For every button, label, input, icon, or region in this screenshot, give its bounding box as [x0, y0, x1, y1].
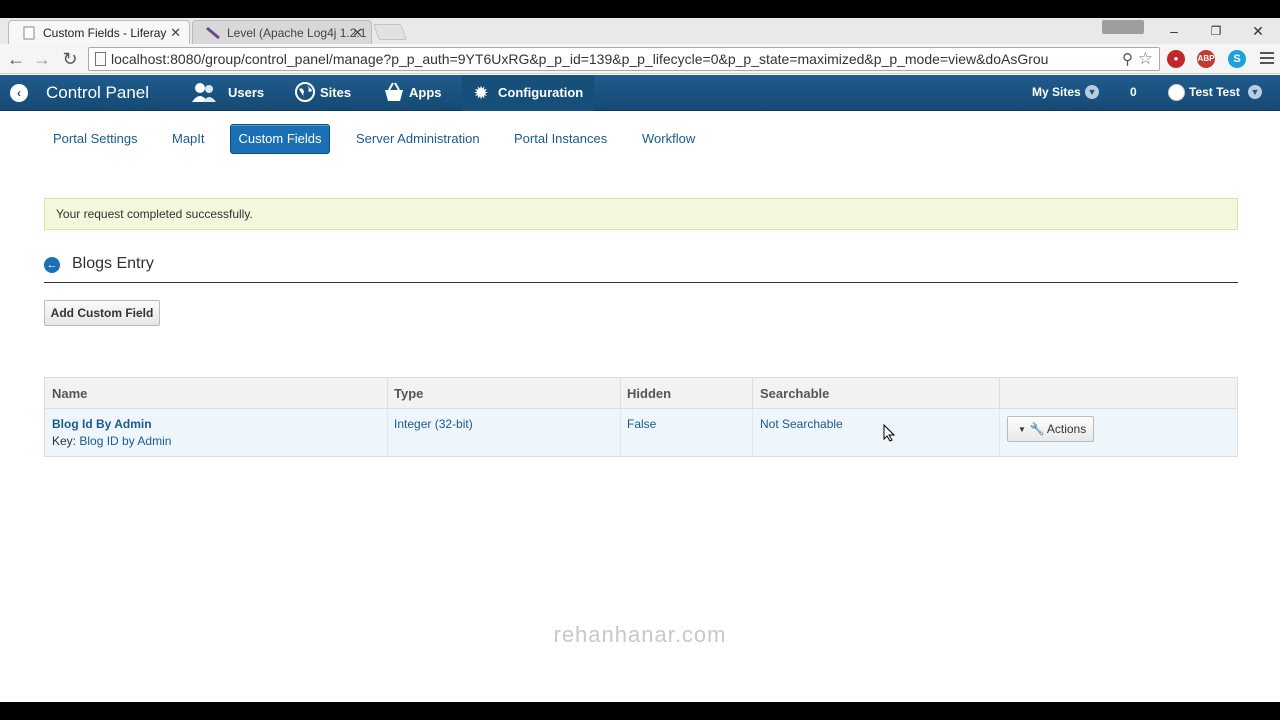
back-arrow-icon[interactable]: ←	[4, 48, 28, 70]
column-header-hidden[interactable]: Hidden	[620, 378, 753, 409]
my-sites-menu[interactable]: My Sites	[1032, 85, 1081, 99]
tab-custom-fields[interactable]: Custom Fields - Liferay ✕	[8, 20, 190, 44]
actions-label: Actions	[1046, 422, 1087, 436]
maximize-icon[interactable]: ❐	[1196, 18, 1236, 44]
users-icon	[191, 81, 217, 105]
success-alert: Your request completed successfully.	[44, 198, 1238, 230]
key-label: Key:	[52, 434, 77, 448]
tab-portal-instances[interactable]: Portal Instances	[514, 131, 607, 146]
bookmark-star-icon[interactable]: ☆	[1138, 49, 1153, 69]
table-header: Name Type Hidden Searchable	[45, 378, 1237, 409]
window-close-icon[interactable]: ✕	[1238, 18, 1278, 44]
nav-configuration[interactable]: Configuration	[498, 85, 583, 100]
avatar[interactable]	[1168, 84, 1185, 101]
tab-title: Custom Fields - Liferay	[43, 26, 167, 40]
cell-type[interactable]: Integer (32-bit)	[387, 409, 621, 456]
cell-name: Blog Id By Admin Key: Blog ID by Admin	[45, 409, 388, 456]
screen-top-border	[0, 0, 1280, 18]
actions-button[interactable]: ▼ 🔧 Actions	[1007, 416, 1094, 442]
table-row: Blog Id By Admin Key: Blog ID by Admin I…	[45, 409, 1237, 456]
back-arrow-icon[interactable]: ←	[44, 257, 60, 273]
screen: Custom Fields - Liferay ✕ Level (Apache …	[0, 0, 1280, 720]
column-header-name[interactable]: Name	[45, 378, 388, 409]
profile-chip[interactable]	[1102, 20, 1144, 34]
field-key: Key: Blog ID by Admin	[52, 434, 387, 448]
close-icon[interactable]: ✕	[170, 25, 181, 41]
column-header-searchable[interactable]: Searchable	[753, 378, 1000, 409]
cell-searchable[interactable]: Not Searchable	[753, 409, 1000, 456]
tab-title: Level (Apache Log4j 1.2.1	[227, 26, 367, 40]
hamburger-menu-icon[interactable]	[1260, 52, 1274, 67]
column-header-actions	[999, 378, 1237, 409]
tab-log4j[interactable]: Level (Apache Log4j 1.2.1 ✕	[192, 20, 372, 44]
screen-bottom-border	[0, 702, 1280, 720]
nav-sites[interactable]: Sites	[320, 85, 351, 100]
nav-apps[interactable]: Apps	[409, 85, 442, 100]
configuration-subnav: Portal Settings MapIt Custom Fields Serv…	[0, 124, 1280, 156]
user-menu[interactable]: Test Test	[1189, 85, 1240, 99]
caret-down-icon: ▼	[1018, 425, 1026, 434]
browser-tabstrip: Custom Fields - Liferay ✕ Level (Apache …	[0, 18, 1280, 44]
wrench-icon: 🔧	[1029, 422, 1045, 436]
mouse-cursor-icon	[883, 424, 895, 442]
field-name-link[interactable]: Blog Id By Admin	[52, 417, 387, 431]
close-icon[interactable]: ✕	[352, 25, 363, 41]
zoom-icon[interactable]: ⚲	[1122, 50, 1133, 68]
gear-icon: ✹	[473, 83, 489, 103]
chevron-down-icon[interactable]: ▼	[1085, 85, 1099, 99]
adblock-icon[interactable]: ABP	[1197, 50, 1215, 68]
globe-icon	[292, 81, 318, 105]
control-panel-title[interactable]: Control Panel	[46, 83, 149, 103]
address-bar[interactable]: localhost:8080/group/control_panel/manag…	[88, 47, 1160, 71]
chevron-down-icon[interactable]: ▼	[1248, 85, 1262, 99]
custom-fields-table: Name Type Hidden Searchable Blog Id By A…	[44, 377, 1238, 457]
browser-navbar: ← → ↻ localhost:8080/group/control_panel…	[0, 44, 1280, 74]
watermark: rehanhanar.com	[553, 622, 727, 647]
notification-count[interactable]: 0	[1130, 85, 1137, 99]
nav-users[interactable]: Users	[228, 85, 264, 100]
add-custom-field-button[interactable]: Add Custom Field	[44, 300, 160, 326]
tab-server-administration[interactable]: Server Administration	[356, 131, 480, 146]
new-tab-button[interactable]	[373, 24, 407, 40]
feather-favicon-icon	[206, 26, 220, 40]
minimize-icon[interactable]: –	[1154, 18, 1194, 44]
tab-mapit[interactable]: MapIt	[172, 131, 205, 146]
skype-icon[interactable]: S	[1228, 50, 1246, 68]
control-panel-bar: ‹ Control Panel Users Sites Apps ✹ Confi…	[0, 75, 1280, 111]
page-icon	[95, 52, 106, 66]
tab-workflow[interactable]: Workflow	[642, 131, 695, 146]
key-value[interactable]: Blog ID by Admin	[79, 434, 171, 448]
section-header: ← Blogs Entry	[44, 253, 1238, 283]
forward-arrow-icon[interactable]: →	[30, 48, 54, 70]
reload-icon[interactable]: ↻	[58, 48, 82, 70]
back-circle-icon[interactable]: ‹	[10, 84, 28, 102]
cell-hidden[interactable]: False	[620, 409, 753, 456]
column-header-type[interactable]: Type	[387, 378, 621, 409]
document-favicon-icon	[23, 26, 35, 40]
url-text: localhost:8080/group/control_panel/manag…	[111, 51, 1049, 67]
basket-icon	[381, 81, 407, 105]
tab-portal-settings[interactable]: Portal Settings	[53, 131, 138, 146]
page-title: Blogs Entry	[72, 255, 154, 272]
tab-custom-fields[interactable]: Custom Fields	[230, 124, 330, 154]
stop-icon[interactable]: ●	[1167, 50, 1185, 68]
